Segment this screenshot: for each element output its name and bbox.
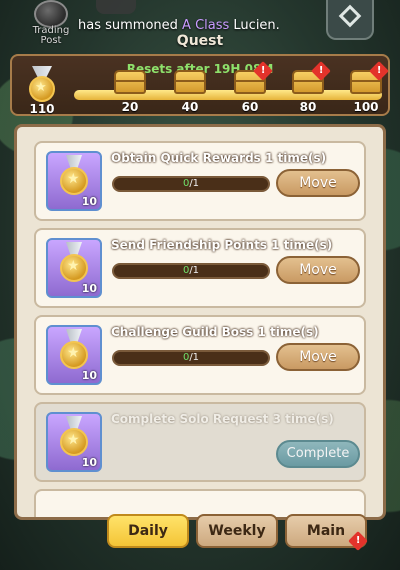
milestone-chest[interactable]: 40 bbox=[170, 70, 210, 116]
alert-glyph: ! bbox=[376, 65, 382, 76]
milestone-value: 80 bbox=[299, 100, 317, 114]
tab-label: Main bbox=[306, 523, 346, 539]
announcement-text: has summoned A Class Lucien. bbox=[78, 18, 280, 33]
milestone-chest[interactable]: ! 100 bbox=[346, 61, 389, 116]
top-avatar[interactable] bbox=[96, 0, 136, 14]
quest-progress-text: 0/1 bbox=[114, 178, 268, 190]
star-icon: ★ bbox=[67, 432, 80, 448]
milestone-value: 20 bbox=[121, 100, 139, 114]
reward-count: 10 bbox=[81, 282, 97, 295]
complete-button[interactable]: Complete bbox=[276, 440, 360, 468]
star-icon: ★ bbox=[67, 345, 80, 361]
star-icon: ★ bbox=[67, 171, 80, 187]
quest-card: ★ 10 Send Friendship Points 1 time(s) 0/1 Mo… bbox=[34, 228, 366, 308]
page-title: Quest bbox=[176, 33, 224, 49]
quest-name: Send Friendship Points 1 time(s) bbox=[111, 238, 333, 252]
quest-progress-bar: 0/1 bbox=[112, 350, 270, 366]
top-bar: Trading Post has summoned A Class Lucien… bbox=[0, 0, 400, 49]
star-icon: ★ bbox=[67, 258, 80, 274]
tab-bar: Daily Weekly Main! bbox=[0, 514, 400, 570]
quest-progress-text: 0/1 bbox=[114, 352, 268, 364]
milestone-value: 40 bbox=[181, 100, 199, 114]
milestone-value: 100 bbox=[353, 100, 379, 114]
quest-card: ★ 10 Obtain Quick Rewards 1 time(s) 0/1 Move bbox=[34, 141, 366, 221]
tab-main[interactable]: Main! bbox=[285, 514, 368, 551]
announcement-prefix: has summoned bbox=[78, 18, 178, 33]
quest-card: ★ 10 Challenge Guild Boss 1 time(s) 0/1 Move bbox=[34, 315, 366, 395]
quest-name: Challenge Guild Boss 1 time(s) bbox=[111, 325, 319, 339]
quest-progress-bar: 0/1 bbox=[112, 176, 270, 192]
progress-total: /1 bbox=[189, 265, 200, 276]
milestone-chest[interactable]: ! 80 bbox=[288, 61, 331, 116]
reward-count: 10 bbox=[81, 369, 97, 382]
quest-panel: ★ 10 Obtain Quick Rewards 1 time(s) 0/1 Move… bbox=[14, 124, 386, 520]
tab-label: Weekly bbox=[208, 523, 266, 539]
progress-banner: Resets after 19H 08M ★ 110 20 40! 60! 80! 10… bbox=[10, 54, 390, 116]
progress-total: /1 bbox=[189, 178, 200, 189]
reward-medal: ★ 10 bbox=[46, 151, 102, 211]
tab-weekly[interactable]: Weekly bbox=[196, 514, 278, 548]
quest-list[interactable]: ★ 10 Obtain Quick Rewards 1 time(s) 0/1 Move… bbox=[17, 127, 383, 517]
milestone-chest[interactable]: 20 bbox=[110, 70, 150, 116]
move-button[interactable]: Move bbox=[276, 256, 360, 284]
star-icon: ★ bbox=[35, 80, 47, 95]
alert-icon: ! bbox=[348, 531, 368, 551]
alert-glyph: ! bbox=[318, 65, 324, 76]
reward-medal: ★ 10 bbox=[46, 325, 102, 385]
reward-count: 10 bbox=[81, 195, 97, 208]
quest-name: Complete Solo Request 3 time(s) bbox=[111, 412, 334, 426]
points-value: 110 bbox=[29, 102, 55, 116]
reward-count: 10 bbox=[81, 456, 97, 469]
milestone-value: 60 bbox=[241, 100, 259, 114]
reward-medal: ★ 10 bbox=[46, 238, 102, 298]
chest-icon bbox=[174, 70, 206, 94]
move-button[interactable]: Move bbox=[276, 343, 360, 371]
alert-glyph: ! bbox=[355, 535, 361, 546]
tab-label: Daily bbox=[128, 523, 168, 539]
quest-name: Obtain Quick Rewards 1 time(s) bbox=[111, 151, 327, 165]
milestone-chest[interactable]: ! 60 bbox=[230, 61, 273, 116]
announcement-suffix: Lucien. bbox=[233, 18, 280, 33]
reward-medal: ★ 10 bbox=[46, 412, 102, 472]
tab-daily[interactable]: Daily bbox=[107, 514, 189, 548]
quest-progress-bar: 0/1 bbox=[112, 263, 270, 279]
quest-card: ★ 10 Complete Solo Request 3 time(s) Comple… bbox=[34, 402, 366, 482]
alert-glyph: ! bbox=[260, 65, 266, 76]
diamond-menu-icon bbox=[338, 4, 362, 28]
chest-icon bbox=[114, 70, 146, 94]
progress-total: /1 bbox=[189, 352, 200, 363]
announcement-highlight: A Class bbox=[182, 18, 230, 33]
trading-post-icon bbox=[34, 0, 68, 28]
quest-progress-text: 0/1 bbox=[114, 265, 268, 277]
move-button[interactable]: Move bbox=[276, 169, 360, 197]
points-medal: ★ 110 bbox=[22, 66, 62, 116]
